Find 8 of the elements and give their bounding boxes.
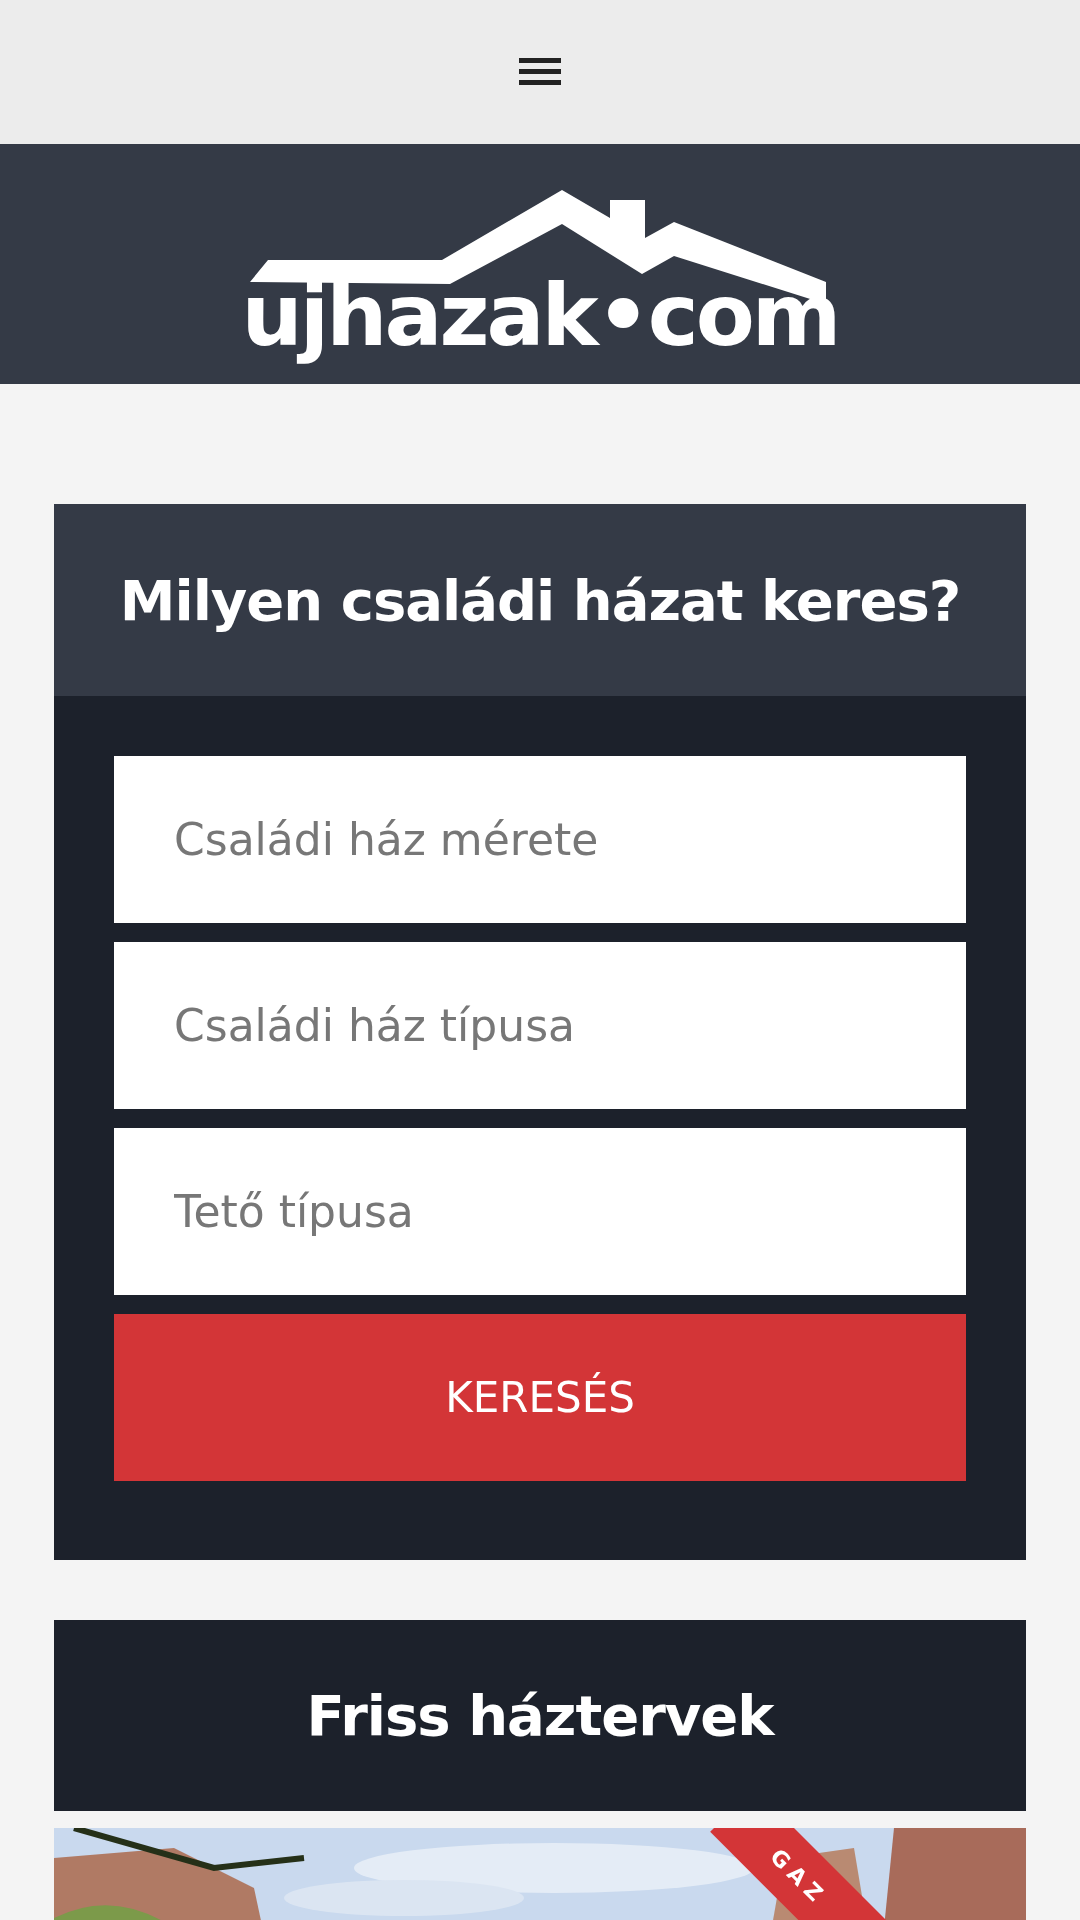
input-field[interactable]: Tető típusa (114, 1128, 966, 1295)
input-field[interactable]: Családi ház típusa (114, 942, 966, 1109)
card-title: Friss háztervek (306, 1683, 774, 1748)
menu-icon[interactable] (519, 56, 561, 88)
input-field[interactable]: Családi ház mérete (114, 756, 966, 923)
card-title: Milyen családi házat keres? (119, 567, 961, 633)
search-button[interactable]: KERESÉS (114, 1314, 966, 1481)
logo-text: ujhazak•com (241, 264, 839, 368)
